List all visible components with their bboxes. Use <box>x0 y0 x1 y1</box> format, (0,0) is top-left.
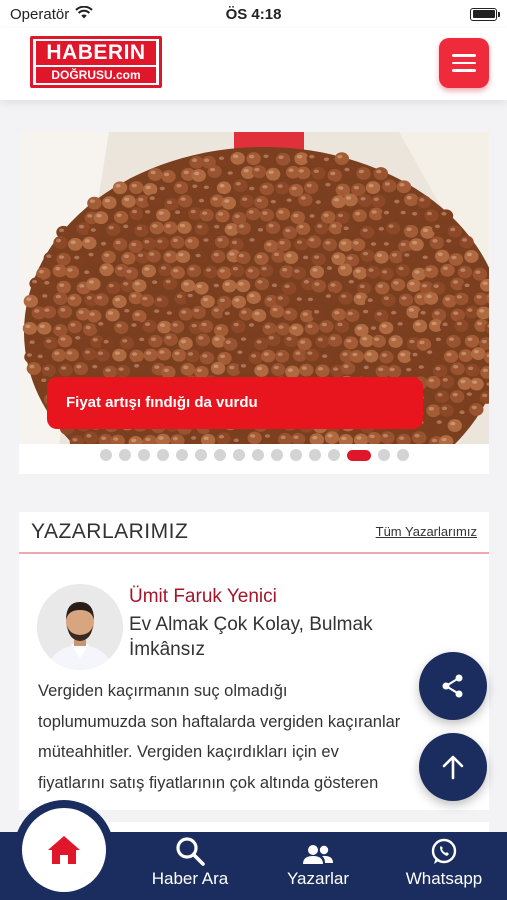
slider-caption[interactable]: Fiyat artışı fındığı da vurdu <box>47 377 423 429</box>
battery-icon <box>470 7 500 21</box>
excerpt-line: fiyatlarını satış fiyatlarının çok altın… <box>38 773 379 792</box>
nav-home[interactable] <box>14 800 114 900</box>
slider-pagination[interactable] <box>19 448 489 462</box>
column-headline[interactable]: Ev Almak Çok Kolay, Bulmak İmkânsız <box>129 612 449 662</box>
status-bar: Operatör ÖS 4:18 <box>0 0 507 28</box>
author-name[interactable]: Ümit Faruk Yenici <box>129 586 277 608</box>
hamburger-icon <box>452 54 476 57</box>
home-icon <box>48 836 80 864</box>
nav-search[interactable]: Haber Ara <box>138 832 242 900</box>
slider-dot[interactable] <box>156 449 169 461</box>
author-avatar[interactable] <box>37 584 123 670</box>
excerpt-line: müteahhitler. Vergiden kaçırdıkları için… <box>38 743 339 761</box>
slider-dot[interactable] <box>232 449 245 461</box>
site-logo[interactable]: HABERIN DOĞRUSU.com <box>30 36 162 88</box>
slider-dot[interactable] <box>118 449 131 461</box>
share-icon <box>442 674 463 698</box>
slider-dot[interactable] <box>377 449 390 461</box>
column-excerpt[interactable]: Vergiden kaçırmanın suç olmadığı toplumu… <box>38 676 478 798</box>
slider-dot[interactable] <box>194 449 207 461</box>
carrier-label: Operatör <box>10 5 70 23</box>
slider-dot[interactable] <box>137 449 150 461</box>
slider-dot[interactable] <box>346 449 371 461</box>
slider-dot[interactable] <box>99 449 112 461</box>
logo-text-top: HABERIN <box>36 41 156 65</box>
slider-dot[interactable] <box>213 449 226 461</box>
nav-whatsapp[interactable]: Whatsapp <box>392 832 496 900</box>
users-icon <box>302 832 334 866</box>
nav-search-label: Haber Ara <box>151 869 229 888</box>
nav-whatsapp-label: Whatsapp <box>405 869 483 888</box>
hazelnut-photo[interactable]: Fiyat artışı fındığı da vurdu <box>19 132 489 444</box>
writers-header: YAZARLARIMIZ Tüm Yazarlarımız <box>19 512 489 554</box>
all-writers-link[interactable]: Tüm Yazarlarımız <box>376 524 477 539</box>
scroll-top-button[interactable] <box>419 733 487 801</box>
nav-writers[interactable]: Yazarlar <box>268 832 368 900</box>
whatsapp-icon <box>430 832 458 866</box>
wifi-icon <box>75 5 93 23</box>
slider-dot[interactable] <box>308 449 321 461</box>
slider-dot[interactable] <box>327 449 340 461</box>
slider-dot[interactable] <box>270 449 283 461</box>
search-icon <box>175 832 205 866</box>
headline-slider[interactable]: Fiyat artışı fındığı da vurdu <box>19 132 489 474</box>
slider-dot[interactable] <box>396 449 409 461</box>
section-title: YAZARLARIMIZ <box>31 520 189 543</box>
app-header: HABERIN DOĞRUSU.com <box>0 28 507 100</box>
menu-button[interactable] <box>439 38 489 88</box>
logo-text-bottom: DOĞRUSU.com <box>36 67 156 83</box>
nav-writers-label: Yazarlar <box>286 869 350 888</box>
arrow-up-icon <box>442 755 464 780</box>
slider-dot[interactable] <box>289 449 302 461</box>
excerpt-line: Vergiden kaçırmanın suç olmadığı <box>38 682 288 700</box>
share-button[interactable] <box>419 652 487 720</box>
clock: ÖS 4:18 <box>225 5 282 23</box>
slider-dot[interactable] <box>175 449 188 461</box>
excerpt-line: toplumumuzda son haftalarda vergiden kaç… <box>38 712 401 731</box>
slider-dot[interactable] <box>251 449 264 461</box>
